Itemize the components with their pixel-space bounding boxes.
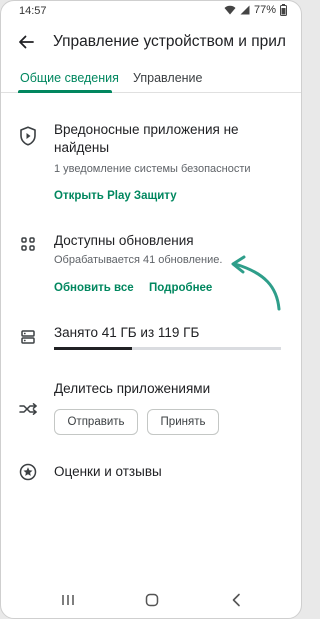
tab-manage[interactable]: Управление [133, 71, 203, 85]
status-bar: 14:57 77% [1, 1, 301, 23]
storage-progress-fill [54, 347, 133, 350]
recent-apps-button[interactable] [55, 589, 81, 615]
protect-title-line1: Вредоносные приложения не [54, 122, 239, 137]
storage-icon [18, 327, 38, 347]
navigation-bar [1, 583, 301, 618]
protect-title-line2: найдены [54, 140, 110, 155]
annotation-arrow-icon [229, 253, 285, 318]
wifi-icon [224, 5, 236, 15]
apps-grid-icon [18, 234, 38, 254]
storage-title: Занято 41 ГБ из 119 ГБ [54, 325, 200, 340]
ratings-title: Оценки и отзывы [54, 464, 162, 479]
protect-subtitle: 1 уведомление системы безопасности [54, 163, 251, 175]
home-button[interactable] [139, 589, 165, 615]
arrow-left-icon [18, 34, 34, 55]
status-icons: 77% [224, 4, 287, 16]
accept-button[interactable]: Принять [147, 409, 219, 435]
send-button[interactable]: Отправить [54, 409, 138, 435]
share-apps-icon [18, 399, 38, 419]
update-all-link[interactable]: Обновить все [54, 282, 134, 294]
recent-apps-icon [61, 593, 75, 611]
battery-percent: 77% [253, 4, 276, 16]
active-tab-indicator [18, 90, 112, 93]
tab-overview[interactable]: Общие сведения [20, 71, 119, 85]
details-link[interactable]: Подробнее [149, 282, 212, 294]
storage-progress-bar [54, 347, 281, 350]
status-time: 14:57 [19, 5, 47, 17]
battery-icon [280, 4, 287, 16]
updates-title: Доступны обновления [54, 233, 194, 248]
app-bar: Управление устройством и прил [1, 23, 301, 67]
tab-bar: Общие сведения Управление [1, 67, 301, 93]
back-nav-button[interactable] [223, 589, 249, 615]
share-title: Делитесь приложениями [54, 381, 211, 396]
phone-screen: 14:57 77% Управление устройством и прил … [0, 0, 302, 619]
signal-icon [240, 5, 250, 15]
shield-icon [18, 126, 38, 146]
back-nav-icon [231, 593, 241, 612]
back-button[interactable] [13, 31, 39, 57]
star-circle-icon [18, 462, 38, 482]
page-title: Управление устройством и прил [53, 33, 286, 50]
home-icon [145, 593, 159, 612]
open-play-protect-link[interactable]: Открыть Play Защиту [54, 190, 177, 202]
updates-subtitle: Обрабатывается 41 обновление. [54, 254, 223, 266]
